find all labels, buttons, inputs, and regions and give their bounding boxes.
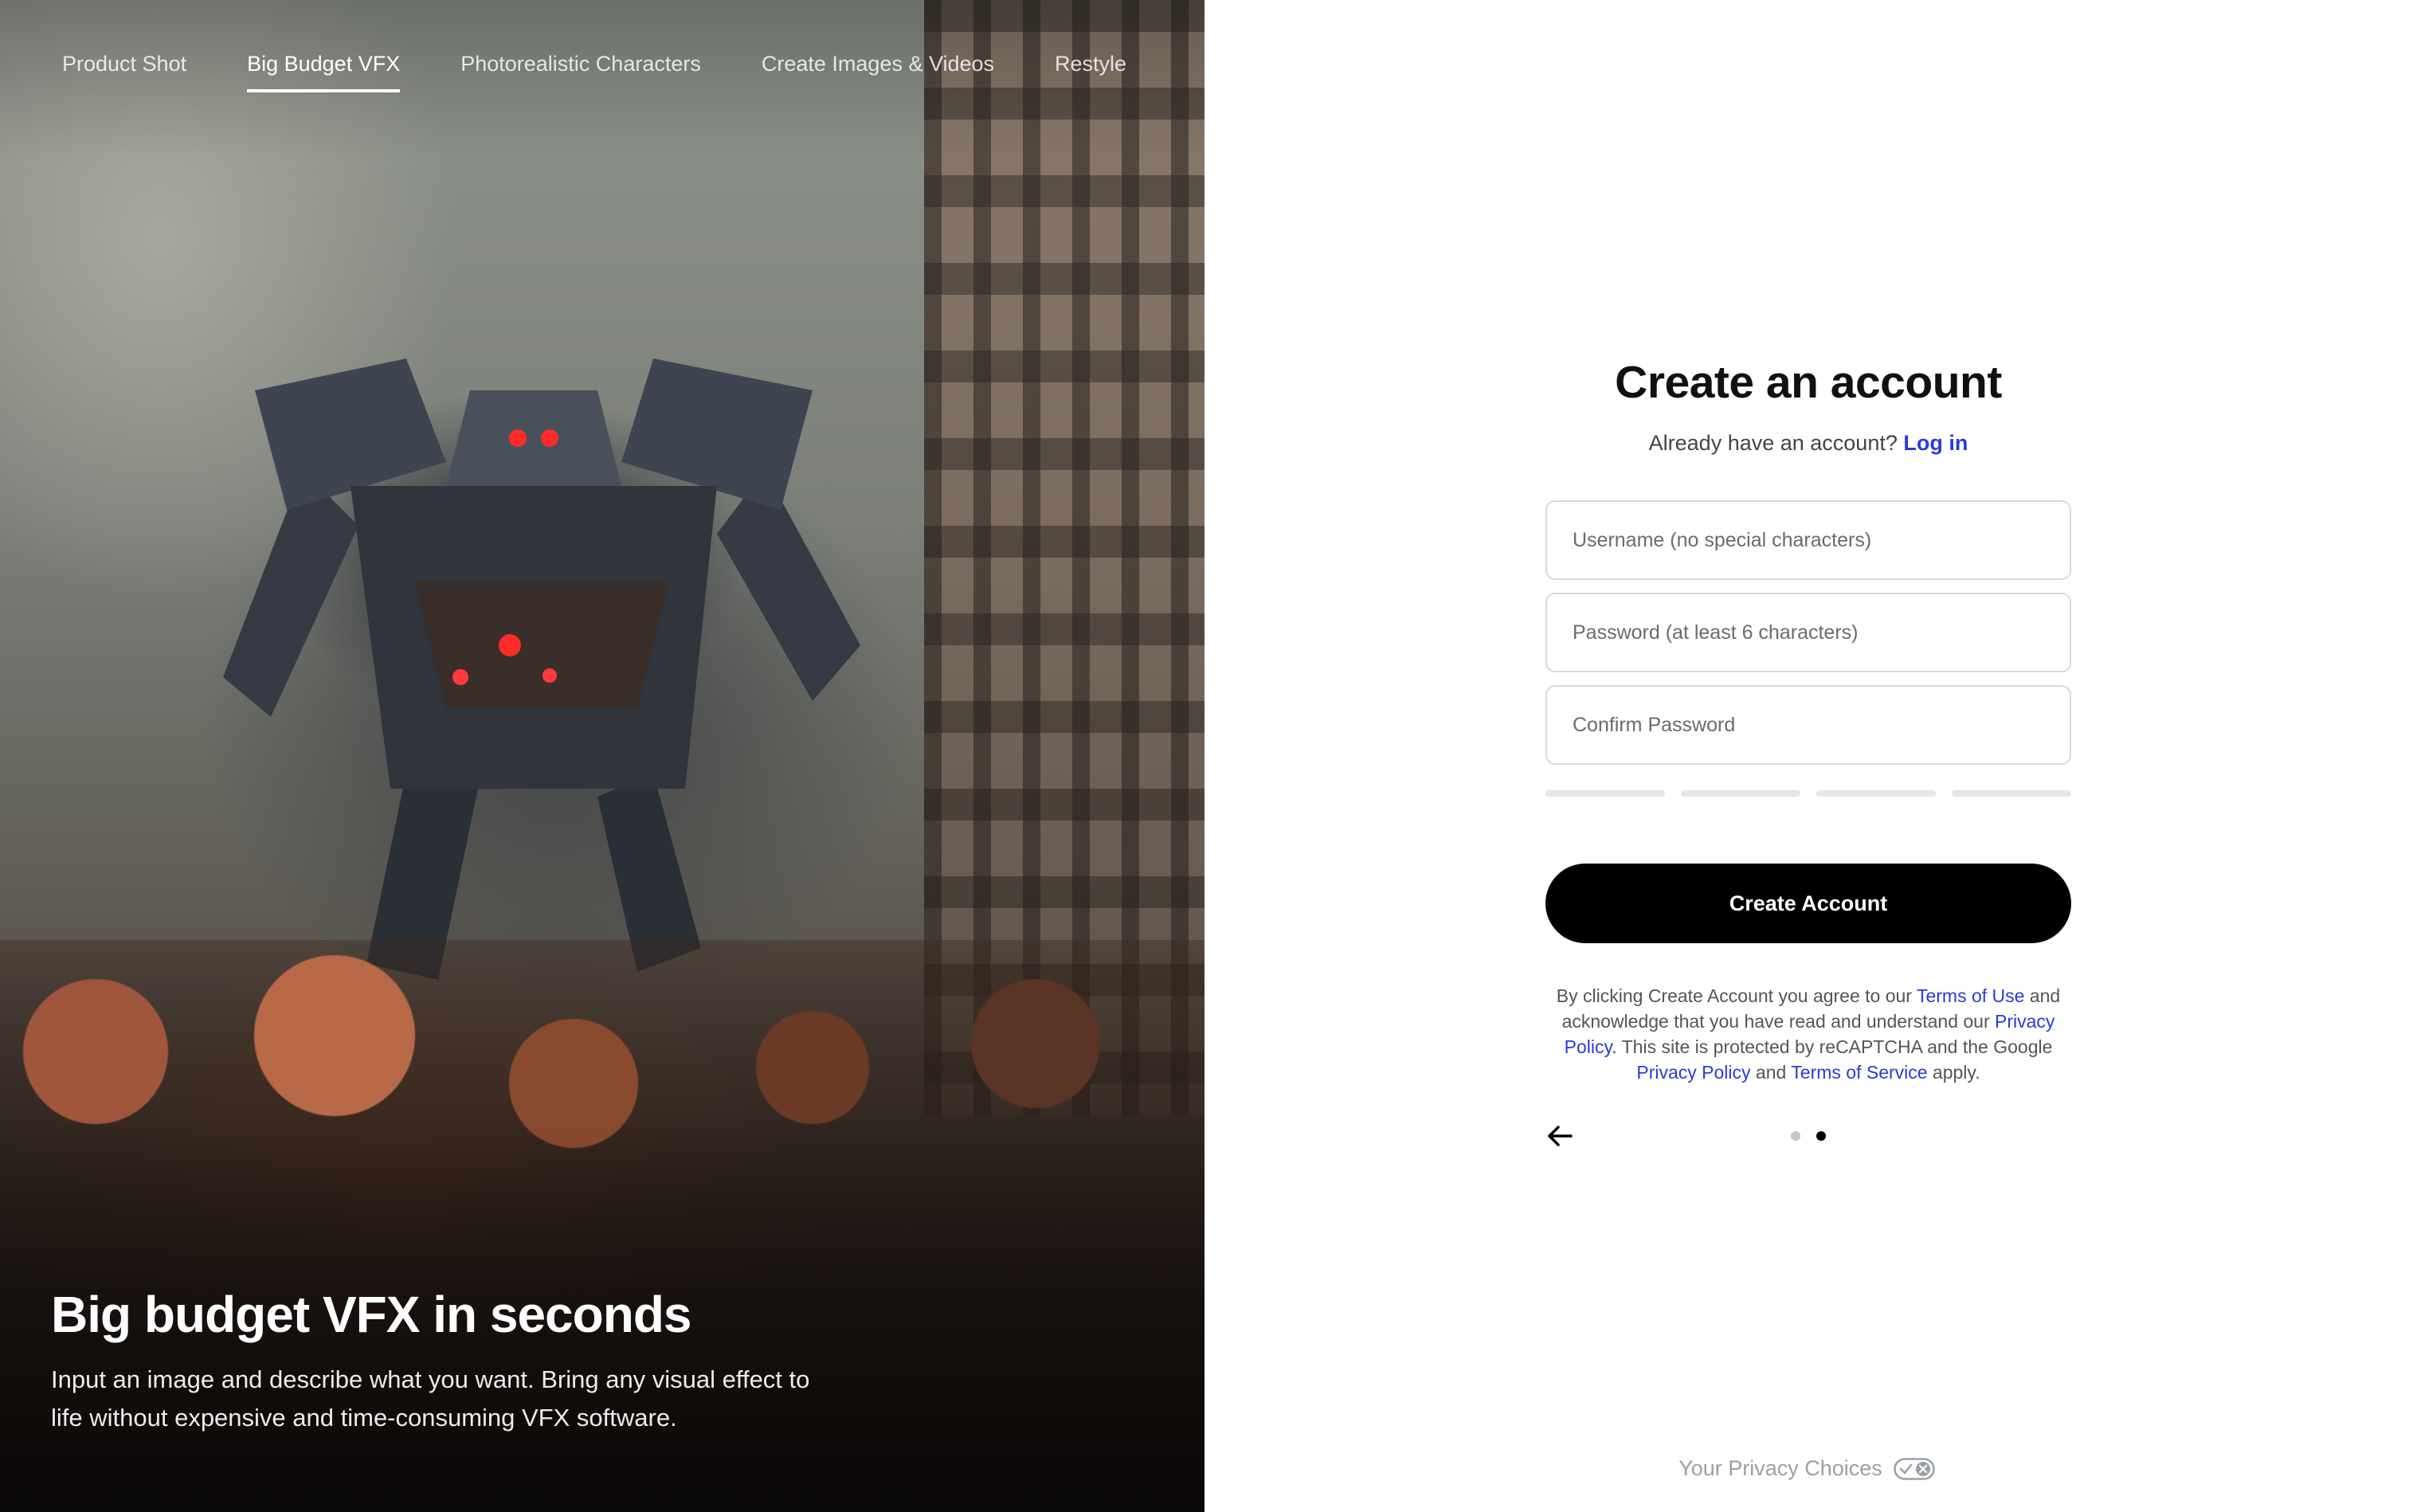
strength-segment (1545, 790, 1665, 797)
username-input[interactable] (1545, 500, 2071, 580)
step-dots (1791, 1131, 1826, 1141)
signup-panel: Create an account Already have an accoun… (1204, 0, 2409, 1512)
strength-segment (1681, 790, 1800, 797)
login-prompt: Already have an account? (1648, 431, 1898, 455)
tab-product-shot[interactable]: Product Shot (62, 49, 186, 92)
tab-restyle[interactable]: Restyle (1055, 49, 1126, 92)
step-dot-1[interactable] (1791, 1131, 1800, 1141)
login-prompt-line: Already have an account? Log in (1545, 429, 2071, 457)
hero-panel: Product Shot Big Budget VFX Photorealist… (0, 0, 1204, 1512)
step-dot-2[interactable] (1816, 1131, 1826, 1141)
legal-text: By clicking Create Account you agree to … (1545, 983, 2071, 1085)
password-input[interactable] (1545, 593, 2071, 672)
confirm-password-input[interactable] (1545, 685, 2071, 765)
tab-photorealistic-characters[interactable]: Photorealistic Characters (460, 49, 701, 92)
legal-text-part4: and (1750, 1062, 1792, 1083)
legal-text-part1: By clicking Create Account you agree to … (1556, 985, 1917, 1006)
google-terms-of-service-link[interactable]: Terms of Service (1791, 1062, 1927, 1083)
privacy-toggle-icon (1894, 1457, 1935, 1480)
signup-form: Create an account Already have an accoun… (1545, 351, 2071, 1152)
google-privacy-policy-link[interactable]: Privacy Policy (1636, 1062, 1750, 1083)
feature-tabs: Product Shot Big Budget VFX Photorealist… (62, 49, 1126, 92)
privacy-choices-label: Your Privacy Choices (1678, 1456, 1882, 1480)
hero-description: Input an image and describe what you wan… (51, 1365, 810, 1432)
privacy-choices[interactable]: Your Privacy Choices (1204, 1456, 2409, 1481)
hero-title: Big budget VFX in seconds (51, 1286, 691, 1343)
legal-text-part3: . This site is protected by reCAPTCHA an… (1612, 1036, 2053, 1057)
strength-segment (1816, 790, 1936, 797)
strength-segment (1952, 790, 2071, 797)
terms-of-use-link[interactable]: Terms of Use (1917, 985, 2024, 1006)
form-title: Create an account (1615, 357, 2002, 408)
arrow-left-icon[interactable] (1545, 1122, 1574, 1150)
legal-text-part5: apply. (1927, 1062, 1980, 1083)
login-link[interactable]: Log in (1903, 431, 1968, 455)
form-fields (1545, 500, 2071, 765)
step-pager (1545, 1120, 2071, 1152)
tab-create-images-videos[interactable]: Create Images & Videos (762, 49, 994, 92)
create-account-button[interactable]: Create Account (1545, 864, 2071, 943)
tab-big-budget-vfx[interactable]: Big Budget VFX (247, 49, 401, 92)
robot-illustration (223, 358, 860, 980)
password-strength-meter (1545, 790, 2071, 797)
